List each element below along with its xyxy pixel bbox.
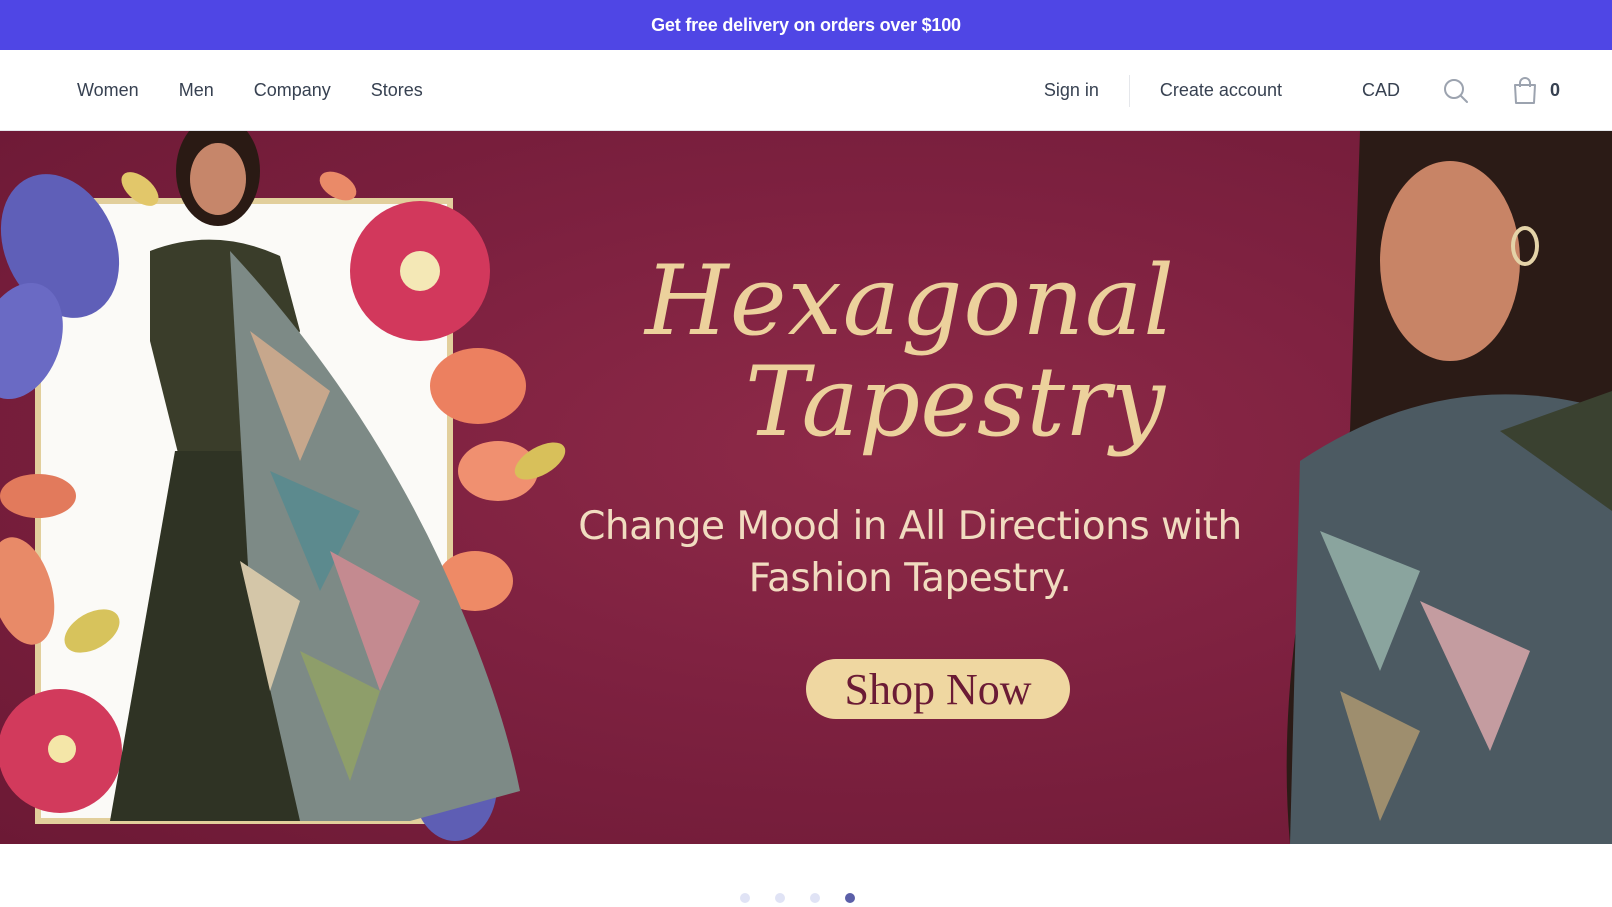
hero-subtitle-line1: Change Mood in All Directions with <box>578 504 1242 549</box>
promo-text: Get free delivery on orders over $100 <box>651 14 961 35</box>
hero-title-line1: Hexagonal <box>645 245 1175 357</box>
search-button[interactable] <box>1442 77 1470 105</box>
hero-banner: Hexagonal Tapestry Change Mood in All Di… <box>0 131 1612 844</box>
currency-selector[interactable]: CAD <box>1362 80 1400 101</box>
hero-subtitle: Change Mood in All Directions with Fashi… <box>560 501 1260 605</box>
hero-artwork <box>0 131 1612 844</box>
cart-count: 0 <box>1549 80 1560 100</box>
carousel-dot-4[interactable] <box>845 893 855 903</box>
nav-link-women[interactable]: Women <box>77 80 139 101</box>
carousel-dots <box>740 893 855 903</box>
hero-title: Hexagonal Tapestry <box>640 251 1180 453</box>
hero-subtitle-line2: Fashion Tapestry. <box>748 556 1072 601</box>
site-header: Women Men Company Stores Sign in Create … <box>0 50 1612 131</box>
shop-now-button[interactable]: Shop Now <box>806 659 1070 719</box>
search-icon <box>1443 78 1468 103</box>
cart-button[interactable]: 0 <box>1512 76 1560 105</box>
carousel-dot-1[interactable] <box>740 893 750 903</box>
sign-in-link[interactable]: Sign in <box>1044 80 1099 101</box>
carousel-dot-3[interactable] <box>810 893 820 903</box>
model-right <box>1286 131 1612 844</box>
nav-link-men[interactable]: Men <box>179 80 214 101</box>
nav-link-company[interactable]: Company <box>254 80 331 101</box>
nav-link-stores[interactable]: Stores <box>371 80 423 101</box>
shopping-bag-icon <box>1513 76 1536 104</box>
hero-title-line2: Tapestry <box>744 345 1166 458</box>
promo-banner: Get free delivery on orders over $100 <box>0 0 1612 50</box>
carousel-dot-2[interactable] <box>775 893 785 903</box>
header-actions: Sign in Create account CAD 0 <box>1044 50 1560 131</box>
create-account-link[interactable]: Create account <box>1160 80 1282 101</box>
auth-divider <box>1128 74 1130 107</box>
main-nav: Women Men Company Stores <box>77 50 423 131</box>
